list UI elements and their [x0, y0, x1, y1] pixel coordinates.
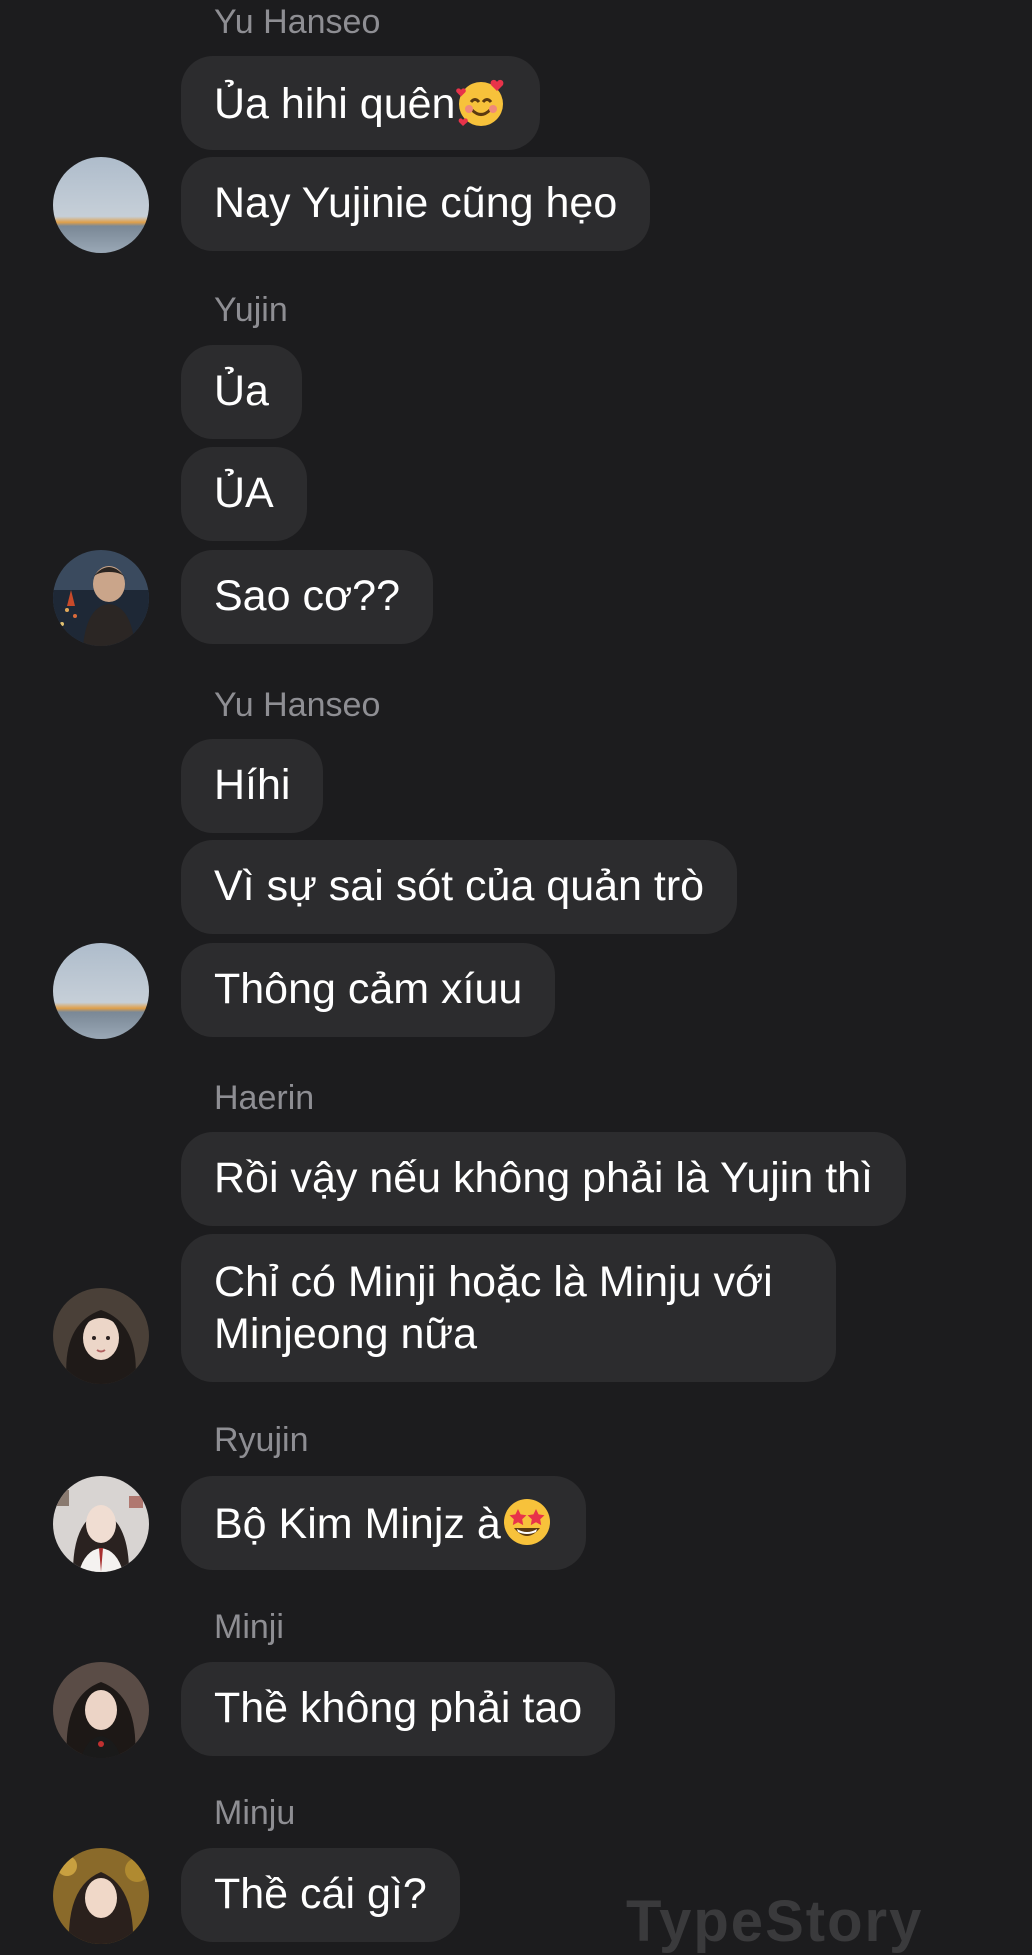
message-bubble[interactable]: Nay Yujinie cũng hẹo	[181, 157, 651, 251]
message-text: Híhi	[214, 761, 291, 809]
sender-name: Minju	[214, 1794, 296, 1832]
message-text: Vì sự sai sót của quản trò	[214, 862, 705, 910]
sender-name: Minji	[214, 1608, 284, 1646]
message-bubble[interactable]: Thề không phải tao	[181, 1662, 616, 1756]
message-text: Ủa	[214, 367, 269, 415]
chat-thread[interactable]: Yu Hanseo Ủa hihi quên Nay Yujinie cũng …	[0, 0, 1032, 1954]
avatar-minju[interactable]	[53, 1848, 149, 1944]
avatar-image	[53, 157, 149, 253]
sender-name: Yujin	[214, 291, 288, 329]
message-text: Rồi vậy nếu không phải là Yujin thì	[214, 1154, 874, 1202]
avatar-image	[53, 1848, 149, 1944]
message-text: Thề cái gì?	[214, 1870, 427, 1918]
message-bubble[interactable]: Híhi	[181, 739, 324, 833]
watermark: TypeStory	[626, 1889, 924, 1954]
star-struck-icon	[503, 1499, 550, 1545]
message-text: Thông cảm xíuu	[214, 965, 523, 1013]
message-bubble[interactable]: Ủa	[181, 345, 302, 439]
message-text: Sao cơ??	[214, 572, 400, 620]
avatar-ryujin[interactable]	[53, 1476, 149, 1572]
sender-name: Haerin	[214, 1079, 315, 1117]
message-text: Ủa hihi quên	[214, 80, 456, 128]
sender-name: Yu Hanseo	[214, 686, 381, 724]
avatar-image	[53, 550, 149, 646]
message-bubble[interactable]: Sao cơ??	[181, 550, 433, 644]
message-bubble[interactable]: Ủa hihi quên	[181, 56, 541, 150]
message-bubble[interactable]: Vì sự sai sót của quản trò	[181, 840, 738, 934]
message-bubble[interactable]: ỦA	[181, 447, 307, 541]
sender-name: Yu Hanseo	[214, 3, 381, 41]
message-text: Thề không phải tao	[214, 1684, 583, 1732]
avatar-image	[53, 943, 149, 1039]
message-bubble[interactable]: Rồi vậy nếu không phải là Yujin thì	[181, 1132, 907, 1226]
avatar-minji[interactable]	[53, 1662, 149, 1758]
sender-name: Ryujin	[214, 1421, 309, 1459]
message-text: Nay Yujinie cũng hẹo	[214, 179, 618, 227]
avatar-yu-hanseo[interactable]	[53, 943, 149, 1039]
message-text: Chỉ có Minji hoặc là Minju với Minjeong …	[214, 1258, 773, 1358]
message-text: ỦA	[214, 469, 274, 517]
avatar-yujin[interactable]	[53, 550, 149, 646]
avatar-image	[53, 1476, 149, 1572]
smiling-face-with-hearts-icon	[456, 79, 504, 126]
message-text: Bộ Kim Minjz à	[214, 1500, 501, 1548]
message-bubble[interactable]: Thông cảm xíuu	[181, 943, 556, 1037]
message-bubble[interactable]: Chỉ có Minji hoặc là Minju với Minjeong …	[181, 1234, 836, 1382]
avatar-haerin[interactable]	[53, 1288, 149, 1384]
message-bubble[interactable]: Bộ Kim Minjz à	[181, 1476, 586, 1570]
avatar-yu-hanseo[interactable]	[53, 157, 149, 253]
avatar-image	[53, 1288, 149, 1384]
avatar-image	[53, 1662, 149, 1758]
message-bubble[interactable]: Thề cái gì?	[181, 1848, 460, 1942]
